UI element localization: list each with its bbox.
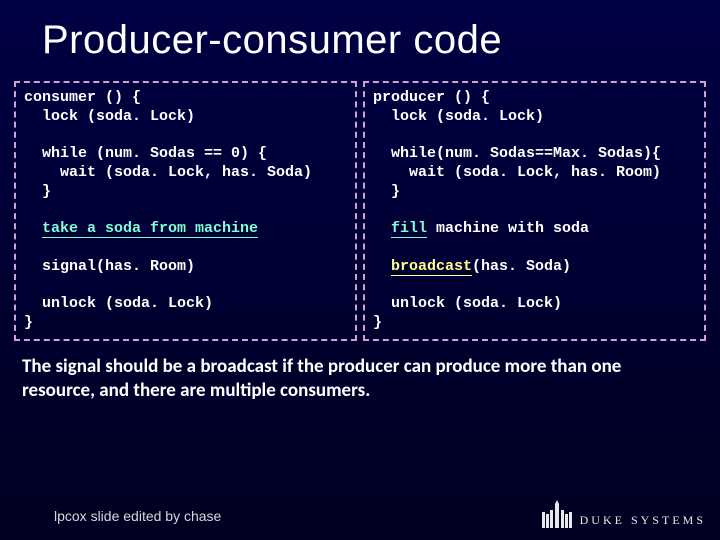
highlight-take: take a soda from machine — [42, 220, 258, 238]
caption-text: The signal should be a broadcast if the … — [22, 355, 698, 403]
code-line: signal(has. Room) — [24, 258, 195, 275]
code-line: while (num. Sodas == 0) { — [24, 145, 267, 162]
slide-title: Producer-consumer code — [0, 0, 720, 63]
code-text: (has. Soda) — [472, 258, 571, 275]
duke-chapel-icon — [540, 500, 574, 528]
code-line: while(num. Sodas==Max. Sodas){ — [373, 145, 661, 162]
code-line: wait (soda. Lock, has. Room) — [373, 164, 661, 181]
code-indent — [373, 258, 391, 275]
highlight-fill: fill — [391, 220, 427, 238]
code-line: unlock (soda. Lock) — [373, 295, 562, 312]
code-line: lock (soda. Lock) — [24, 108, 195, 125]
code-indent — [24, 220, 42, 237]
code-text: machine with soda — [427, 220, 589, 237]
highlight-broadcast: broadcast — [391, 258, 472, 276]
code-line: consumer () { — [24, 89, 141, 106]
code-line: } — [373, 183, 400, 200]
code-container: consumer () { lock (soda. Lock) while (n… — [14, 81, 706, 341]
footer-credit: lpcox slide edited by chase — [54, 508, 221, 524]
code-line: } — [24, 183, 51, 200]
code-line: } — [373, 314, 382, 331]
code-line: unlock (soda. Lock) — [24, 295, 213, 312]
footer-logo-text: Duke Systems — [580, 513, 706, 528]
consumer-code-box: consumer () { lock (soda. Lock) while (n… — [14, 81, 357, 341]
code-line: producer () { — [373, 89, 490, 106]
code-line: } — [24, 314, 33, 331]
footer-logo: Duke Systems — [540, 500, 706, 528]
code-indent — [373, 220, 391, 237]
code-line: wait (soda. Lock, has. Soda) — [24, 164, 312, 181]
producer-code-box: producer () { lock (soda. Lock) while(nu… — [363, 81, 706, 341]
code-line: lock (soda. Lock) — [373, 108, 544, 125]
